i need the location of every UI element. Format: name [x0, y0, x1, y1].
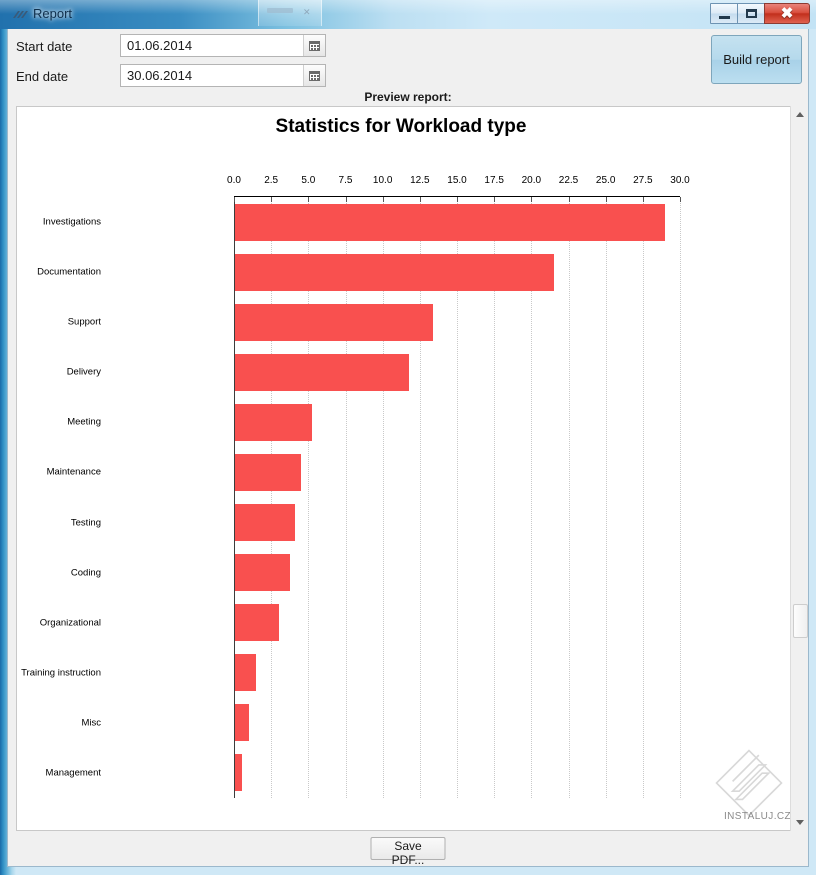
end-date-calendar-button[interactable] [303, 65, 325, 86]
x-axis-tick-mark [419, 197, 421, 202]
chart-title: Statistics for Workload type [275, 116, 527, 137]
x-axis-tick-mark [271, 197, 273, 202]
client-area: Start date End date Build report Preview… [7, 29, 809, 867]
close-button[interactable]: ✖ [764, 3, 810, 24]
y-axis-category-label: Training instruction [21, 667, 101, 679]
preview-report-label: Preview report: [364, 90, 452, 104]
bar [234, 504, 295, 542]
report-scrollbar[interactable] [790, 106, 808, 831]
x-axis-tick-mark [680, 197, 681, 202]
x-axis-tick-label: 20.0 [521, 175, 542, 186]
gridline [605, 197, 607, 798]
y-axis-line [234, 197, 235, 798]
y-axis-category-label: Management [45, 767, 101, 779]
ghost-tab-artifact: ✕ [258, 0, 322, 26]
x-axis-tick-label: 15.0 [447, 175, 467, 186]
x-axis-tick-mark [345, 197, 347, 202]
y-axis-category-label: Coding [70, 567, 101, 579]
y-axis-category-label: Organizational [39, 617, 101, 629]
gridline [642, 197, 644, 798]
gridline [568, 197, 570, 798]
x-axis-tick-label: 30.0 [670, 175, 690, 186]
gridline [680, 197, 681, 798]
x-axis-tick-mark [234, 197, 235, 202]
window-controls: ✖ [710, 3, 810, 24]
bar-chart: Statistics for Workload type 0.0 2.5 5.0 7.… [17, 107, 785, 830]
save-pdf-button[interactable]: Save PDF... [370, 837, 446, 866]
date-toolbar: Start date End date Build report [8, 29, 808, 88]
report-window: Report ✕ ✖ Start date 01.06.2014 End dat… [0, 0, 816, 875]
maximize-icon [745, 9, 757, 18]
x-axis-tick-label: 5.0 [301, 175, 316, 186]
x-axis-tick-mark [642, 197, 644, 202]
y-axis-category-label: Delivery [66, 366, 101, 378]
chevron-down-icon [795, 820, 804, 825]
calendar-icon [309, 40, 320, 51]
minimize-button[interactable] [710, 3, 738, 24]
y-axis-category-label: Documentation [37, 266, 101, 278]
y-axis-category-label: Maintenance [46, 466, 101, 478]
ghost-tab-x: ✕ [303, 7, 311, 17]
calendar-icon [309, 70, 320, 81]
bar [234, 704, 249, 742]
start-date-label: Start date [16, 39, 73, 54]
end-date-label: End date [16, 69, 69, 84]
x-axis-tick-label: 27.5 [633, 175, 653, 186]
end-date-input[interactable] [121, 65, 303, 86]
end-date-field[interactable] [120, 64, 326, 87]
x-axis-tick-mark [494, 197, 496, 202]
x-axis-tick-mark [605, 197, 607, 202]
bar [234, 453, 301, 491]
window-title: Report [33, 6, 73, 21]
scroll-down-arrow[interactable] [791, 814, 808, 831]
title-bar[interactable]: Report ✕ ✖ [0, 0, 816, 29]
report-preview-panel: Statistics for Workload type 0.0 2.5 5.0 7.… [16, 106, 800, 831]
x-axis-tick-mark [568, 197, 570, 202]
y-axis-category-label: Misc [81, 717, 101, 729]
bar [234, 203, 666, 241]
x-axis-tick-label: 12.5 [410, 175, 430, 186]
x-axis-tick-label: 7.5 [338, 175, 353, 186]
x-axis-tick-label: 22.5 [558, 175, 579, 186]
report-app-icon [13, 11, 28, 18]
y-axis-category-label: Meeting [67, 416, 101, 428]
x-axis-tick-label: 17.5 [484, 175, 504, 186]
title-bar-glass [0, 0, 816, 14]
x-axis-tick-label: 10.0 [372, 175, 393, 186]
ghost-tab-bar [267, 8, 293, 13]
bar [234, 303, 434, 341]
bar [234, 403, 313, 441]
start-date-field[interactable] [120, 34, 326, 57]
x-axis-tick-mark [308, 197, 310, 202]
scrollbar-thumb[interactable] [793, 604, 808, 638]
y-axis-category-label: Testing [70, 517, 101, 529]
bar [234, 604, 279, 642]
start-date-calendar-button[interactable] [303, 35, 325, 56]
x-axis-tick-mark [531, 197, 533, 202]
x-axis-tick-label: 25.0 [595, 175, 616, 186]
build-report-button[interactable]: Build report [711, 35, 802, 84]
x-axis-tick-mark [382, 197, 384, 202]
x-axis-tick-mark [457, 197, 458, 202]
plot-area [234, 197, 681, 798]
bar [234, 754, 243, 792]
x-axis-tick-label: 0.0 [227, 175, 241, 186]
bar [234, 654, 257, 692]
close-icon: ✖ [780, 5, 794, 22]
minimize-icon [718, 15, 730, 19]
footer-bar: Save PDF... [8, 832, 808, 866]
y-axis-category-label: Investigations [42, 216, 101, 228]
watermark-text: INSTALUJ.CZ [724, 811, 791, 822]
scroll-up-arrow[interactable] [791, 106, 808, 123]
bar [234, 554, 290, 592]
chevron-up-icon [795, 112, 804, 117]
x-axis-tick-label: 2.5 [264, 175, 279, 186]
y-axis-category-label: Support [67, 316, 101, 328]
maximize-button[interactable] [737, 3, 765, 24]
bar [234, 353, 410, 391]
start-date-input[interactable] [121, 35, 303, 56]
bar [234, 253, 554, 291]
